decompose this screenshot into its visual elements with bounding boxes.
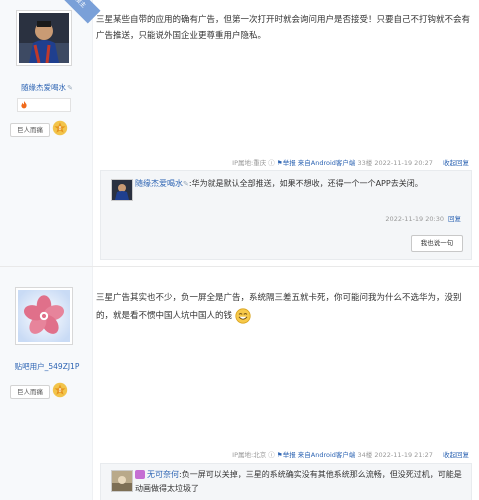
post-content: 三星广告其实也不少，负一屏全是广告，系统隔三差五就卡死，你可能问我为什么不选华为… [96, 289, 473, 325]
floor-number: 34楼 [357, 451, 373, 459]
post-meta: IP属地:北京 ⓘ ⚑举报 来自Android客户端 34楼 2022-11-1… [232, 449, 469, 459]
post-content-text: 三星广告其实也不少，负一屏全是广告，系统隔三差五就卡死，你可能问我为什么不选华为… [96, 293, 462, 321]
reply-content: :华为就是默认全部推送，如果不想收，还得一个一个APP去关闭。 [188, 179, 423, 188]
level-label: 巨人而痛 [10, 123, 50, 137]
thread-page: 楼主 随缘杰爱喝水✎ 巨人而痛 8 三星某些自带的应用的确有广告，但第一次打开时… [0, 0, 479, 500]
reply-box: 随缘杰爱喝水✎:华为就是默认全部推送，如果不想收，还得一个一个APP去关闭。 2… [100, 170, 472, 260]
avatar[interactable] [16, 10, 72, 66]
level-label: 巨人而痛 [10, 385, 50, 399]
author-sidebar: 楼主 随缘杰爱喝水✎ 巨人而痛 8 [0, 0, 101, 266]
author-name[interactable]: 贴吧用户_549ZJ1P [4, 361, 90, 372]
reply-meta: 2022-11-19 20:30 回复 [385, 213, 461, 223]
reply-avatar[interactable] [111, 179, 133, 201]
reply-avatar[interactable] [111, 470, 133, 492]
collapse-replies-link[interactable]: 收起回复 [443, 451, 469, 459]
author-name-text[interactable]: 随缘杰爱喝水 [21, 83, 66, 92]
reply-box: 无可奈何:负一屏可以关掉，三星的系统确实没有其他系统那么流畅，但没死过机，可能是… [100, 463, 472, 500]
edit-icon: ✎ [67, 84, 73, 92]
user-level: 巨人而痛 8 [10, 382, 70, 399]
svg-text:8: 8 [58, 388, 61, 394]
reply-avatar-image [112, 180, 132, 200]
avatar-image [18, 290, 70, 342]
client-link[interactable]: 来自Android客户端 [298, 451, 356, 459]
reply-author[interactable]: 无可奈何 [147, 470, 179, 479]
level-star-icon: 8 [52, 120, 68, 136]
avatar-image [19, 13, 69, 63]
user-badge [17, 98, 71, 112]
floor-number: 33楼 [357, 159, 373, 167]
post-floor-33: 楼主 随缘杰爱喝水✎ 巨人而痛 8 三星某些自带的应用的确有广告，但第一次打开时… [0, 0, 479, 267]
smile-emoji-icon [235, 307, 251, 324]
reply-content: :负一屏可以关掉，三星的系统确实没有其他系统那么流畅，但没死过机，可能是动画做得… [135, 470, 462, 493]
post-meta: IP属地:重庆 ⓘ ⚑举报 来自Android客户端 33楼 2022-11-1… [232, 157, 469, 167]
reply-author[interactable]: 随缘杰爱喝水 [135, 179, 183, 188]
avatar[interactable] [15, 287, 73, 345]
fire-icon [21, 100, 27, 108]
svg-text:8: 8 [58, 126, 61, 132]
ip-location: IP属地:北京 [232, 451, 267, 459]
client-link[interactable]: 来自Android客户端 [298, 159, 356, 167]
author-name[interactable]: 随缘杰爱喝水✎ [4, 82, 90, 93]
user-level: 巨人而痛 8 [10, 120, 70, 137]
author-sidebar: 贴吧用户_549ZJ1P 巨人而痛 8 [0, 267, 93, 500]
reply-link[interactable]: 回复 [448, 215, 461, 223]
say-something-button[interactable]: 我也说一句 [411, 235, 463, 252]
reply-text: 随缘杰爱喝水✎:华为就是默认全部推送，如果不想收，还得一个一个APP去关闭。 [135, 177, 463, 191]
collapse-replies-link[interactable]: 收起回复 [443, 159, 469, 167]
reply-text: 无可奈何:负一屏可以关掉，三星的系统确实没有其他系统那么流畅，但没死过机，可能是… [135, 468, 463, 496]
report-link[interactable]: 举报 [283, 159, 296, 167]
level-star-icon: 8 [52, 382, 68, 398]
post-time: 2022-11-19 20:27 [374, 159, 433, 167]
info-icon: ⓘ [268, 159, 275, 167]
post-time: 2022-11-19 21:27 [374, 451, 433, 459]
post-floor-34: 贴吧用户_549ZJ1P 巨人而痛 8 三星广告其实也不少，负一屏全是广告，系统… [0, 267, 479, 500]
info-icon: ⓘ [268, 451, 275, 459]
vip-badge-icon [135, 470, 145, 479]
ip-location: IP属地:重庆 [232, 159, 267, 167]
reply-avatar-image [112, 471, 132, 491]
post-content: 三星某些自带的应用的确有广告，但第一次打开时就会询问用户是否接受！只要自己不打钩… [96, 15, 471, 41]
report-link[interactable]: 举报 [283, 451, 296, 459]
reply-time: 2022-11-19 20:30 [385, 215, 444, 223]
